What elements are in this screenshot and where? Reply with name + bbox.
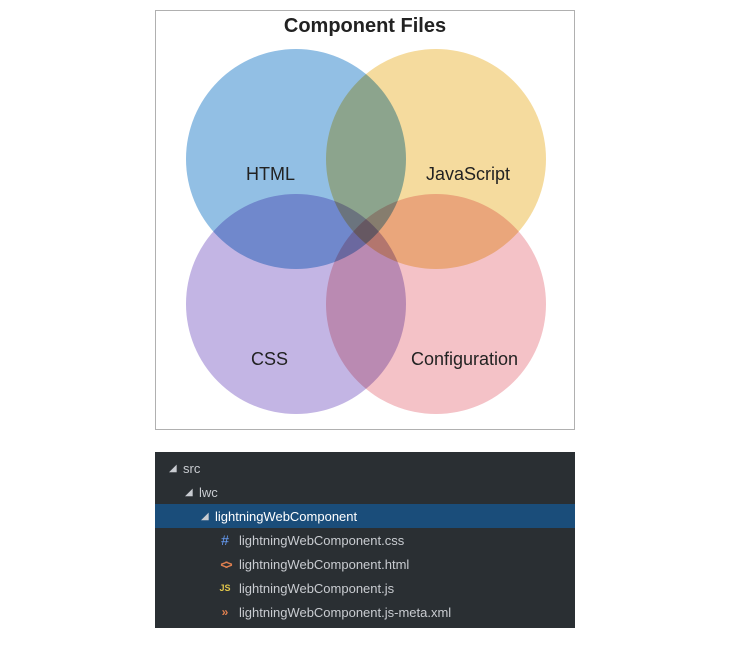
tree-label: src <box>183 461 200 476</box>
venn-circle-configuration <box>326 194 546 414</box>
tree-label: lightningWebComponent.html <box>239 557 409 572</box>
chevron-down-icon: ◢ <box>169 463 181 474</box>
venn-title: Component Files <box>156 15 574 38</box>
chevron-down-icon: ◢ <box>201 511 213 522</box>
tree-file-js[interactable]: JS lightningWebComponent.js <box>155 576 575 600</box>
tree-file-css[interactable]: # lightningWebComponent.css <box>155 528 575 552</box>
tree-label: lightningWebComponent.css <box>239 533 404 548</box>
file-tree-panel: ◢ src ◢ lwc ◢ lightningWebComponent # li… <box>155 452 575 628</box>
chevron-down-icon: ◢ <box>185 487 197 498</box>
tree-label: lightningWebComponent <box>215 509 357 524</box>
venn-stage: HTML JavaScript CSS Configuration <box>156 39 574 429</box>
tree-label: lwc <box>199 485 218 500</box>
html-file-icon: <> <box>217 557 233 571</box>
tree-file-xml[interactable]: » lightningWebComponent.js-meta.xml <box>155 600 575 624</box>
js-file-icon: JS <box>217 581 233 595</box>
css-file-icon: # <box>217 533 233 547</box>
tree-label: lightningWebComponent.js <box>239 581 394 596</box>
xml-file-icon: » <box>217 605 233 619</box>
tree-folder-lightningwebcomponent[interactable]: ◢ lightningWebComponent <box>155 504 575 528</box>
tree-folder-lwc[interactable]: ◢ lwc <box>155 480 575 504</box>
tree-file-html[interactable]: <> lightningWebComponent.html <box>155 552 575 576</box>
tree-folder-src[interactable]: ◢ src <box>155 456 575 480</box>
tree-label: lightningWebComponent.js-meta.xml <box>239 605 451 620</box>
venn-diagram-panel: Component Files HTML JavaScript CSS Conf… <box>155 10 575 430</box>
